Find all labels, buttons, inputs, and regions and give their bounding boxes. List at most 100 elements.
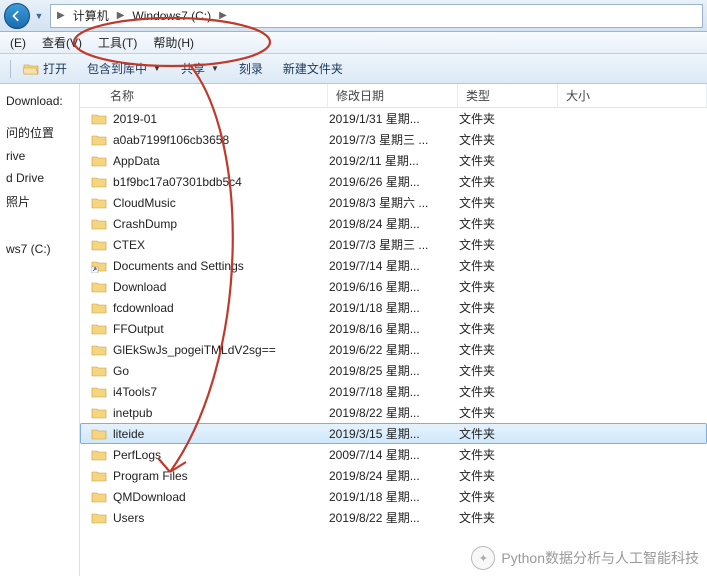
chevron-right-icon: ▶: [217, 10, 229, 21]
table-row[interactable]: QMDownload 2019/1/18 星期...文件夹: [80, 486, 707, 507]
sidebar-item[interactable]: rive: [0, 145, 79, 167]
cell-name: CloudMusic: [81, 196, 329, 210]
cell-date: 2019/8/24 星期...: [329, 215, 459, 232]
file-name: QMDownload: [113, 490, 186, 504]
sidebar-item[interactable]: 问的位置: [0, 120, 79, 145]
menu-edit[interactable]: (E): [2, 32, 34, 53]
cell-date: 2019/6/26 星期...: [329, 173, 459, 190]
file-name: CloudMusic: [113, 196, 176, 210]
cell-name: FFOutput: [81, 322, 329, 336]
header-name[interactable]: 名称: [80, 84, 328, 107]
file-name: fcdownload: [113, 301, 174, 315]
nav-history-dropdown[interactable]: ▼: [32, 3, 46, 29]
sidebar-item: [0, 112, 79, 120]
path-segment-computer[interactable]: 计算机: [67, 7, 115, 24]
table-row[interactable]: CrashDump2019/8/24 星期...文件夹: [80, 213, 707, 234]
cell-type: 文件夹: [459, 488, 559, 505]
cell-date: 2019/3/15 星期...: [329, 425, 459, 442]
sidebar-item[interactable]: Download:: [0, 90, 79, 112]
table-row[interactable]: fcdownload2019/1/18 星期...文件夹: [80, 297, 707, 318]
cell-date: 2019/6/22 星期...: [329, 341, 459, 358]
cell-date: 2019/1/18 星期...: [329, 488, 459, 505]
chevron-right-icon: ▶: [115, 10, 127, 21]
burn-label: 刻录: [239, 60, 263, 77]
header-date[interactable]: 修改日期: [328, 84, 458, 107]
table-row[interactable]: Program Files2019/8/24 星期...文件夹: [80, 465, 707, 486]
table-row[interactable]: inetpub2019/8/22 星期...文件夹: [80, 402, 707, 423]
cell-date: 2019/1/18 星期...: [329, 299, 459, 316]
chevron-right-icon: ▶: [55, 10, 67, 21]
folder-icon: [91, 196, 107, 210]
sidebar-item[interactable]: 照片: [0, 189, 79, 214]
table-row[interactable]: CTEX2019/7/3 星期三 ...文件夹: [80, 234, 707, 255]
header-type[interactable]: 类型: [458, 84, 558, 107]
table-row[interactable]: Download2019/6/16 星期...文件夹: [80, 276, 707, 297]
folder-icon: [91, 322, 107, 336]
file-name: PerfLogs: [113, 448, 161, 462]
cell-type: 文件夹: [459, 362, 559, 379]
cell-type: 文件夹: [459, 404, 559, 421]
file-name: FFOutput: [113, 322, 164, 336]
cell-date: 2019/7/18 星期...: [329, 383, 459, 400]
table-row[interactable]: Documents and Settings2019/7/14 星期...文件夹: [80, 255, 707, 276]
cell-date: 2019/7/3 星期三 ...: [329, 131, 459, 148]
menu-tool[interactable]: 工具(T): [90, 32, 145, 53]
table-row[interactable]: 2019-012019/1/31 星期...文件夹: [80, 108, 707, 129]
table-row[interactable]: Go2019/8/25 星期...文件夹: [80, 360, 707, 381]
file-name: liteide: [113, 427, 144, 441]
cell-type: 文件夹: [459, 110, 559, 127]
cell-date: 2019/8/25 星期...: [329, 362, 459, 379]
cell-date: 2019/7/3 星期三 ...: [329, 236, 459, 253]
sidebar-item: [0, 214, 79, 222]
path-segment-drive[interactable]: Windows7 (C:): [126, 9, 217, 23]
sidebar-item[interactable]: d Drive: [0, 167, 79, 189]
table-row[interactable]: a0ab7199f106cb36582019/7/3 星期三 ...文件夹: [80, 129, 707, 150]
cell-type: 文件夹: [459, 425, 559, 442]
file-rows: 2019-012019/1/31 星期...文件夹a0ab7199f106cb3…: [80, 108, 707, 576]
folder-icon: [91, 448, 107, 462]
cell-name: CrashDump: [81, 217, 329, 231]
folder-icon: [91, 133, 107, 147]
file-name: GlEkSwJs_pogeiTMLdV2sg==: [113, 343, 276, 357]
include-library-button[interactable]: 包含到库中▼: [77, 54, 171, 83]
cell-name: GlEkSwJs_pogeiTMLdV2sg==: [81, 343, 329, 357]
cell-type: 文件夹: [459, 152, 559, 169]
table-row[interactable]: GlEkSwJs_pogeiTMLdV2sg==2019/6/22 星期...文…: [80, 339, 707, 360]
file-name: CrashDump: [113, 217, 177, 231]
path-bar[interactable]: ▶ 计算机 ▶ Windows7 (C:) ▶: [50, 4, 703, 28]
cell-type: 文件夹: [459, 467, 559, 484]
wechat-icon: ✦: [471, 546, 495, 570]
folder-icon: [91, 259, 107, 273]
nav-back-button[interactable]: [4, 3, 30, 29]
file-name: inetpub: [113, 406, 152, 420]
table-row[interactable]: AppData2019/2/11 星期...文件夹: [80, 150, 707, 171]
folder-icon: [91, 112, 107, 126]
cell-date: 2019/8/3 星期六 ...: [329, 194, 459, 211]
cell-name: CTEX: [81, 238, 329, 252]
folder-icon: [91, 469, 107, 483]
file-name: CTEX: [113, 238, 145, 252]
new-folder-button[interactable]: 新建文件夹: [273, 54, 353, 83]
cell-type: 文件夹: [459, 173, 559, 190]
table-row[interactable]: CloudMusic2019/8/3 星期六 ...文件夹: [80, 192, 707, 213]
cell-type: 文件夹: [459, 320, 559, 337]
file-list-view: 名称 修改日期 类型 大小 2019-012019/1/31 星期...文件夹a…: [80, 84, 707, 576]
menu-view[interactable]: 查看(V): [34, 32, 90, 53]
cell-name: QMDownload: [81, 490, 329, 504]
menu-help[interactable]: 帮助(H): [145, 32, 202, 53]
burn-button[interactable]: 刻录: [229, 54, 273, 83]
column-headers: 名称 修改日期 类型 大小: [80, 84, 707, 108]
table-row[interactable]: liteide 2019/3/15 星期...文件夹: [80, 423, 707, 444]
table-row[interactable]: PerfLogs2009/7/14 星期...文件夹: [80, 444, 707, 465]
cell-name: Go: [81, 364, 329, 378]
table-row[interactable]: i4Tools72019/7/18 星期...文件夹: [80, 381, 707, 402]
header-size[interactable]: 大小: [558, 84, 707, 107]
table-row[interactable]: Users2019/8/22 星期...文件夹: [80, 507, 707, 528]
cell-name: liteide: [81, 427, 329, 441]
table-row[interactable]: b1f9bc17a07301bdb5c42019/6/26 星期...文件夹: [80, 171, 707, 192]
sidebar-item[interactable]: ws7 (C:): [0, 238, 79, 260]
share-button[interactable]: 共享▼: [171, 54, 229, 83]
open-button[interactable]: 打开: [13, 54, 77, 83]
folder-icon: [91, 406, 107, 420]
table-row[interactable]: FFOutput2019/8/16 星期...文件夹: [80, 318, 707, 339]
